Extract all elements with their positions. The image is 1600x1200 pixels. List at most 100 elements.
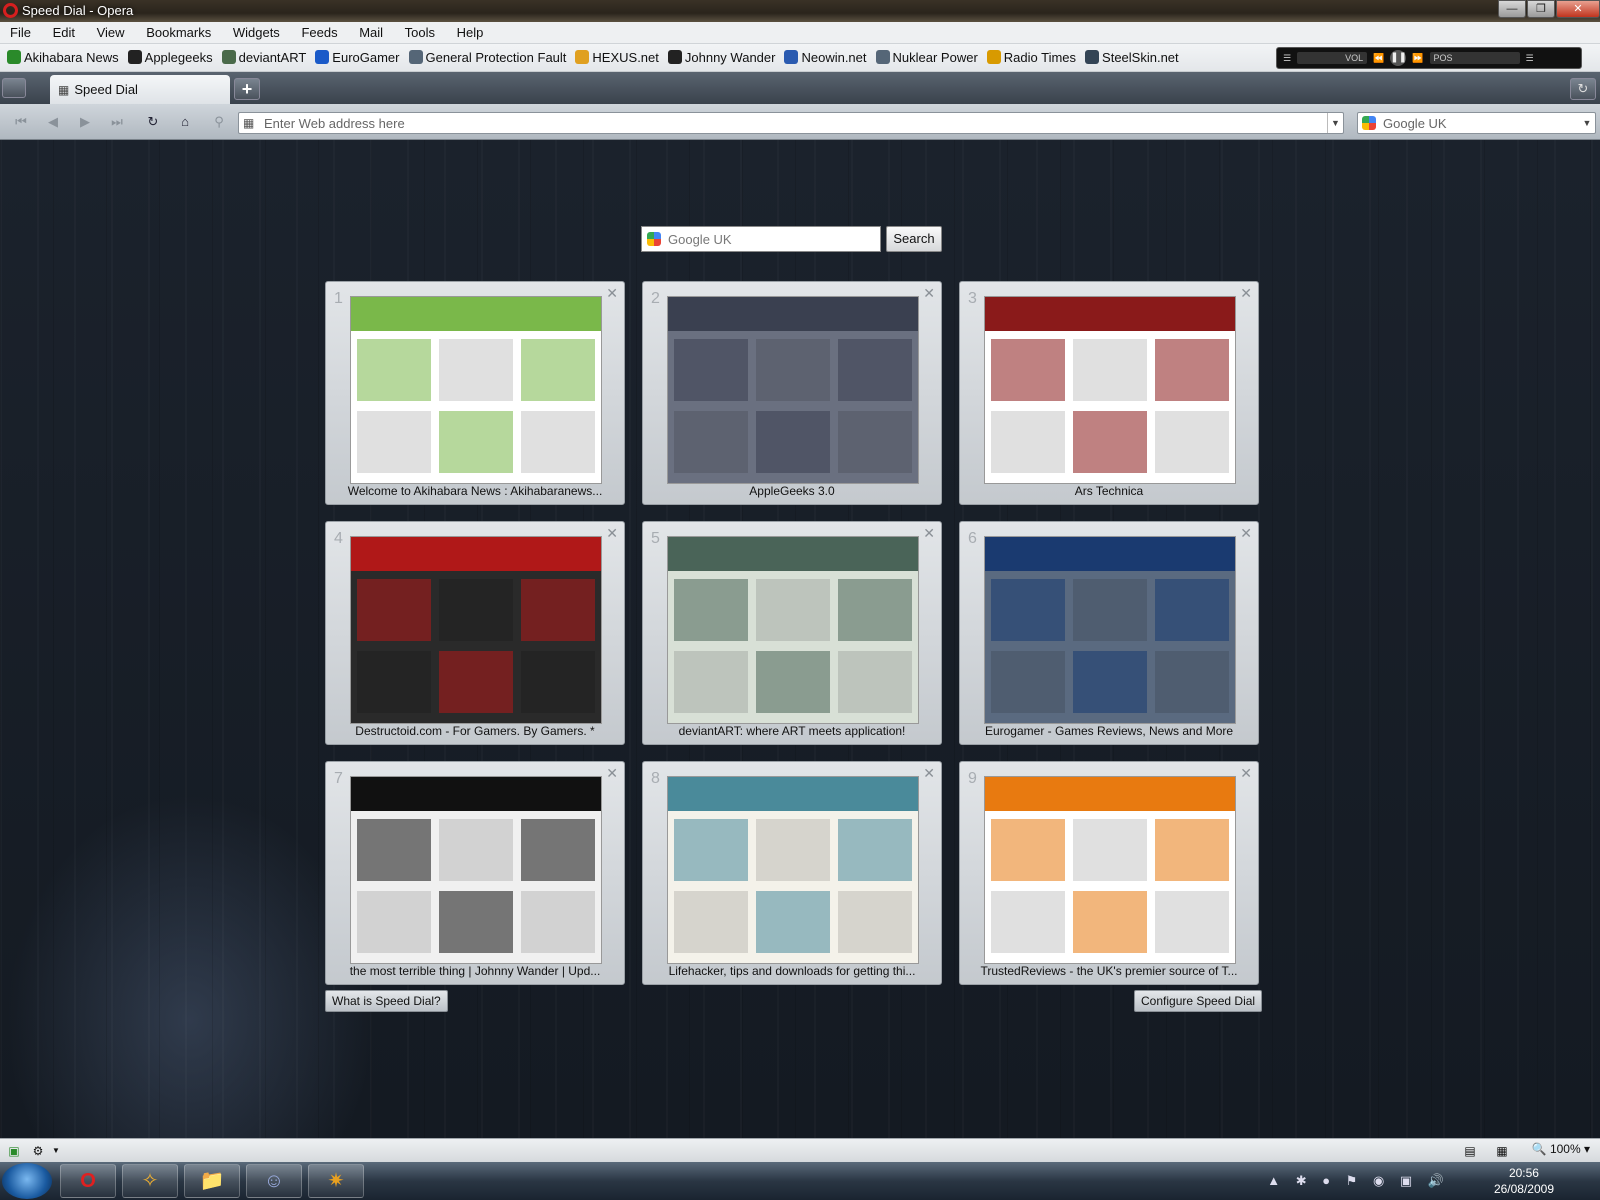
- start-button[interactable]: [2, 1163, 52, 1199]
- close-icon[interactable]: ✕: [1240, 765, 1252, 782]
- thumbnail-block: [357, 651, 431, 713]
- search-button[interactable]: Search: [886, 226, 942, 252]
- menu-widgets[interactable]: Widgets: [223, 22, 288, 40]
- reload-icon[interactable]: ↻: [140, 111, 166, 133]
- bookmark-item[interactable]: General Protection Fault: [406, 44, 570, 70]
- speed-dial-item[interactable]: 2 ✕ AppleGeeks 3.0: [642, 281, 942, 505]
- chevron-down-icon[interactable]: ▼: [1327, 113, 1343, 133]
- menu-bookmarks[interactable]: Bookmarks: [136, 22, 219, 40]
- close-button[interactable]: ✕: [1556, 0, 1600, 18]
- search-field[interactable]: Google UK ▼: [1357, 112, 1596, 134]
- page-thumbnail[interactable]: [350, 776, 602, 964]
- tab-speed-dial[interactable]: ▦ Speed Dial: [50, 75, 230, 104]
- rewind-icon[interactable]: ⏪: [1373, 53, 1384, 64]
- page-thumbnail[interactable]: [350, 296, 602, 484]
- bookmark-item[interactable]: Applegeeks: [125, 44, 216, 70]
- close-icon[interactable]: ✕: [923, 765, 935, 782]
- thumbnail-block: [674, 651, 748, 713]
- speed-dial-item[interactable]: 6 ✕ Eurogamer - Games Reviews, News and Mo…: [959, 521, 1259, 745]
- fast-forward-icon[interactable]: ⏩: [1412, 53, 1423, 64]
- thumbnail-block: [439, 891, 513, 953]
- close-icon[interactable]: ✕: [606, 765, 618, 782]
- thumbnail-block: [1073, 819, 1147, 881]
- volume-slider[interactable]: VOL: [1297, 52, 1368, 64]
- bookmark-item[interactable]: HEXUS.net: [572, 44, 661, 70]
- new-tab-button[interactable]: +: [234, 78, 260, 100]
- closed-tabs-button[interactable]: ↻: [1570, 78, 1596, 100]
- bookmark-item[interactable]: Radio Times: [984, 44, 1079, 70]
- speed-dial-item[interactable]: 8 ✕ Lifehacker, tips and downloads for get…: [642, 761, 942, 985]
- page-thumbnail[interactable]: [984, 296, 1236, 484]
- wand-icon[interactable]: ⚲: [206, 111, 232, 133]
- thumbnail-block: [1155, 411, 1229, 473]
- speed-dial-item[interactable]: 7 ✕ the most terrible thing | Johnny Wande…: [325, 761, 625, 985]
- position-slider[interactable]: POS: [1429, 52, 1520, 64]
- speed-dial-item[interactable]: 4 ✕ Destructoid.com - For Gamers. By Gamer…: [325, 521, 625, 745]
- dial-number: 1: [334, 290, 343, 307]
- clock[interactable]: 20:56 26/08/2009: [1494, 1165, 1554, 1197]
- close-icon[interactable]: ✕: [606, 285, 618, 302]
- app-task-icon[interactable]: ✧: [122, 1164, 178, 1198]
- close-icon[interactable]: ✕: [1240, 285, 1252, 302]
- chevron-down-icon[interactable]: ▼: [1579, 113, 1595, 133]
- messenger-task-icon[interactable]: ☺: [246, 1164, 302, 1198]
- speed-dial-item[interactable]: 9 ✕ TrustedReviews - the UK's premier sour…: [959, 761, 1259, 985]
- forward-icon[interactable]: ▶: [72, 111, 98, 133]
- address-field[interactable]: ▦ Enter Web address here ▼: [238, 112, 1344, 134]
- unite-icon[interactable]: ⚙: [30, 1143, 46, 1159]
- close-icon[interactable]: ✕: [1240, 525, 1252, 542]
- configure-speed-dial-button[interactable]: Configure Speed Dial: [1134, 990, 1263, 1012]
- panel-toggle-button[interactable]: [2, 78, 26, 98]
- speed-dial-item[interactable]: 1 ✕ Welcome to Akihabara News : Akihabaran…: [325, 281, 625, 505]
- page-thumbnail[interactable]: [667, 536, 919, 724]
- page-thumbnail[interactable]: [984, 536, 1236, 724]
- system-tray[interactable]: ▲ ✱ ● ⚑ ◉ ▣ 🔊: [1267, 1173, 1450, 1189]
- what-is-speed-dial-button[interactable]: What is Speed Dial?: [325, 990, 448, 1012]
- page-thumbnail[interactable]: [984, 776, 1236, 964]
- menu-view[interactable]: View: [87, 22, 133, 40]
- bookmark-item[interactable]: Neowin.net: [781, 44, 869, 70]
- chevron-down-icon[interactable]: ▼: [48, 1143, 64, 1159]
- zoom-level[interactable]: 🔍 100% ▾: [1532, 1142, 1590, 1156]
- close-icon[interactable]: ✕: [923, 285, 935, 302]
- thumbnail-block: [674, 411, 748, 473]
- bookmark-item[interactable]: Johnny Wander: [665, 44, 779, 70]
- media-task-icon[interactable]: ✷: [308, 1164, 364, 1198]
- thumbnail-block: [756, 411, 830, 473]
- back-icon[interactable]: ◀: [40, 111, 66, 133]
- bookmark-item[interactable]: EuroGamer: [312, 44, 402, 70]
- close-icon[interactable]: ✕: [606, 525, 618, 542]
- minimize-button[interactable]: —: [1498, 0, 1526, 18]
- menu-icon[interactable]: ☰: [1283, 53, 1291, 64]
- maximize-button[interactable]: ❐: [1527, 0, 1555, 18]
- menu-help[interactable]: Help: [447, 22, 492, 40]
- folder-task-icon[interactable]: 📁: [184, 1164, 240, 1198]
- feed-icon[interactable]: ▣: [6, 1143, 22, 1159]
- bookmark-item[interactable]: deviantART: [219, 44, 310, 70]
- bookmark-item[interactable]: Nuklear Power: [873, 44, 981, 70]
- menu-edit[interactable]: Edit: [43, 22, 83, 40]
- fast-forward-icon[interactable]: ⏭: [104, 111, 130, 133]
- opera-task-icon[interactable]: O: [60, 1164, 116, 1198]
- window-title: Speed Dial - Opera: [22, 3, 134, 18]
- page-thumbnail[interactable]: [667, 776, 919, 964]
- speed-dial-search-input[interactable]: Google UK: [641, 226, 881, 252]
- menu-tools[interactable]: Tools: [395, 22, 443, 40]
- menu-mail[interactable]: Mail: [349, 22, 391, 40]
- view-icon[interactable]: ▦: [1494, 1143, 1510, 1159]
- menu-icon[interactable]: ☰: [1526, 53, 1534, 64]
- close-icon[interactable]: ✕: [923, 525, 935, 542]
- speed-dial-item[interactable]: 5 ✕ deviantART: where ART meets applicatio…: [642, 521, 942, 745]
- rewind-icon[interactable]: ⏮: [8, 111, 34, 133]
- home-icon[interactable]: ⌂: [172, 111, 198, 133]
- pause-icon[interactable]: ❚❚: [1390, 50, 1407, 66]
- bookmark-item[interactable]: SteelSkin.net: [1082, 44, 1182, 70]
- page-thumbnail[interactable]: [667, 296, 919, 484]
- panel-icon[interactable]: ▤: [1462, 1143, 1478, 1159]
- page-thumbnail[interactable]: [350, 536, 602, 724]
- bookmark-item[interactable]: Akihabara News: [4, 44, 122, 70]
- menu-feeds[interactable]: Feeds: [291, 22, 345, 40]
- thumbnail-block: [521, 651, 595, 713]
- menu-file[interactable]: File: [0, 22, 39, 40]
- speed-dial-item[interactable]: 3 ✕ Ars Technica: [959, 281, 1259, 505]
